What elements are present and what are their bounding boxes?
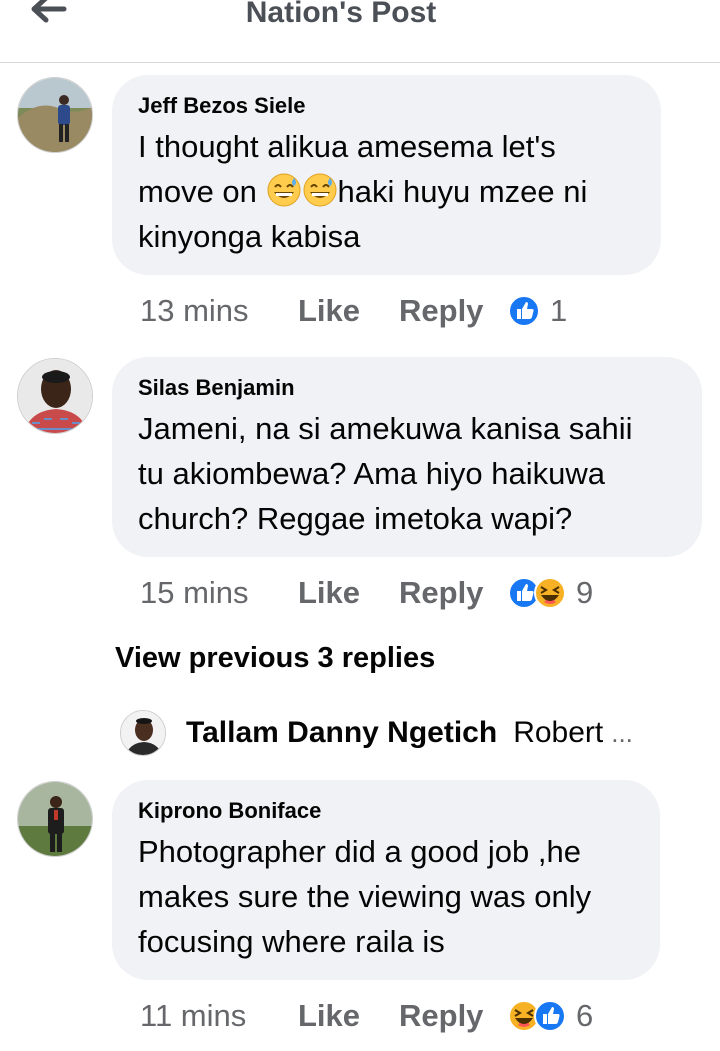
reactions-summary[interactable]: 9 <box>508 575 593 611</box>
comment-actions: 11 mins Like Reply 6 <box>140 996 593 1036</box>
comment-line: move on haki huyu mzee ni <box>138 169 637 214</box>
reply-author[interactable]: Tallam Danny Ngetich <box>186 716 497 750</box>
comment-line: I thought alikua amesema let's <box>138 129 556 164</box>
comment-line: makes sure the viewing was only <box>138 879 592 914</box>
reply-preview-text: Robert <box>513 716 604 749</box>
avatar[interactable] <box>120 710 166 756</box>
reply-button[interactable]: Reply <box>399 293 508 329</box>
reaction-count: 1 <box>550 293 568 328</box>
comment-line: Photographer did a good job ,he <box>138 834 581 869</box>
comment-actions: 15 mins Like Reply 9 <box>140 573 593 613</box>
comment-bubble[interactable]: Kiprono Boniface Photographer did a good… <box>112 780 660 980</box>
view-previous-replies-link[interactable]: View previous 3 replies <box>115 642 435 675</box>
comment-line: focusing where raila is <box>138 924 445 959</box>
comment-time[interactable]: 11 mins <box>140 998 298 1034</box>
comment-time[interactable]: 15 mins <box>140 575 298 611</box>
comment-bubble[interactable]: Jeff Bezos Siele I thought alikua amesem… <box>112 75 661 275</box>
grinning-sweat-emoji-icon <box>303 173 337 207</box>
comment-text: I thought alikua amesema let's move on h… <box>138 124 637 259</box>
comment-line: kinyonga kabisa <box>138 219 361 254</box>
comment-author[interactable]: Silas Benjamin <box>138 373 678 403</box>
top-bar: Nation's Post <box>0 0 720 63</box>
like-button[interactable]: Like <box>298 998 399 1034</box>
like-reaction-icon <box>534 1000 566 1032</box>
comment-text: Photographer did a good job ,he makes su… <box>138 829 636 964</box>
page-title: Nation's Post <box>245 0 437 29</box>
comment-author[interactable]: Jeff Bezos Siele <box>138 91 637 121</box>
avatar[interactable] <box>17 358 93 434</box>
comment-line: tu akiombewa? Ama hiyo haikuwa <box>138 456 605 491</box>
reactions-summary[interactable]: 1 <box>508 293 567 329</box>
comment-time[interactable]: 13 mins <box>140 293 298 329</box>
like-reaction-icon <box>508 295 540 327</box>
comment-actions: 13 mins Like Reply 1 <box>140 291 567 331</box>
avatar[interactable] <box>17 77 93 153</box>
reply-button[interactable]: Reply <box>399 575 508 611</box>
reaction-count: 9 <box>576 575 594 610</box>
comment-text: Jameni, na si amekuwa kanisa sahii tu ak… <box>138 406 678 541</box>
reactions-summary[interactable]: 6 <box>508 998 593 1034</box>
comment-line: church? Reggae imetoka wapi? <box>138 501 573 536</box>
comment-author[interactable]: Kiprono Boniface <box>138 796 636 826</box>
latest-reply-preview[interactable]: Tallam Danny Ngetich Robert ... <box>120 708 633 758</box>
comment-line-part: haki huyu mzee ni <box>337 174 588 209</box>
like-button[interactable]: Like <box>298 293 399 329</box>
avatar[interactable] <box>17 781 93 857</box>
comment-bubble[interactable]: Silas Benjamin Jameni, na si amekuwa kan… <box>112 357 702 557</box>
reaction-count: 6 <box>576 998 594 1033</box>
like-button[interactable]: Like <box>298 575 399 611</box>
reply-button[interactable]: Reply <box>399 998 508 1034</box>
grinning-sweat-emoji-icon <box>267 173 301 207</box>
comment-line-part: move on <box>138 174 257 209</box>
haha-reaction-icon <box>534 577 566 609</box>
reply-ellipsis: ... <box>611 717 633 748</box>
comment-line: Jameni, na si amekuwa kanisa sahii <box>138 411 633 446</box>
